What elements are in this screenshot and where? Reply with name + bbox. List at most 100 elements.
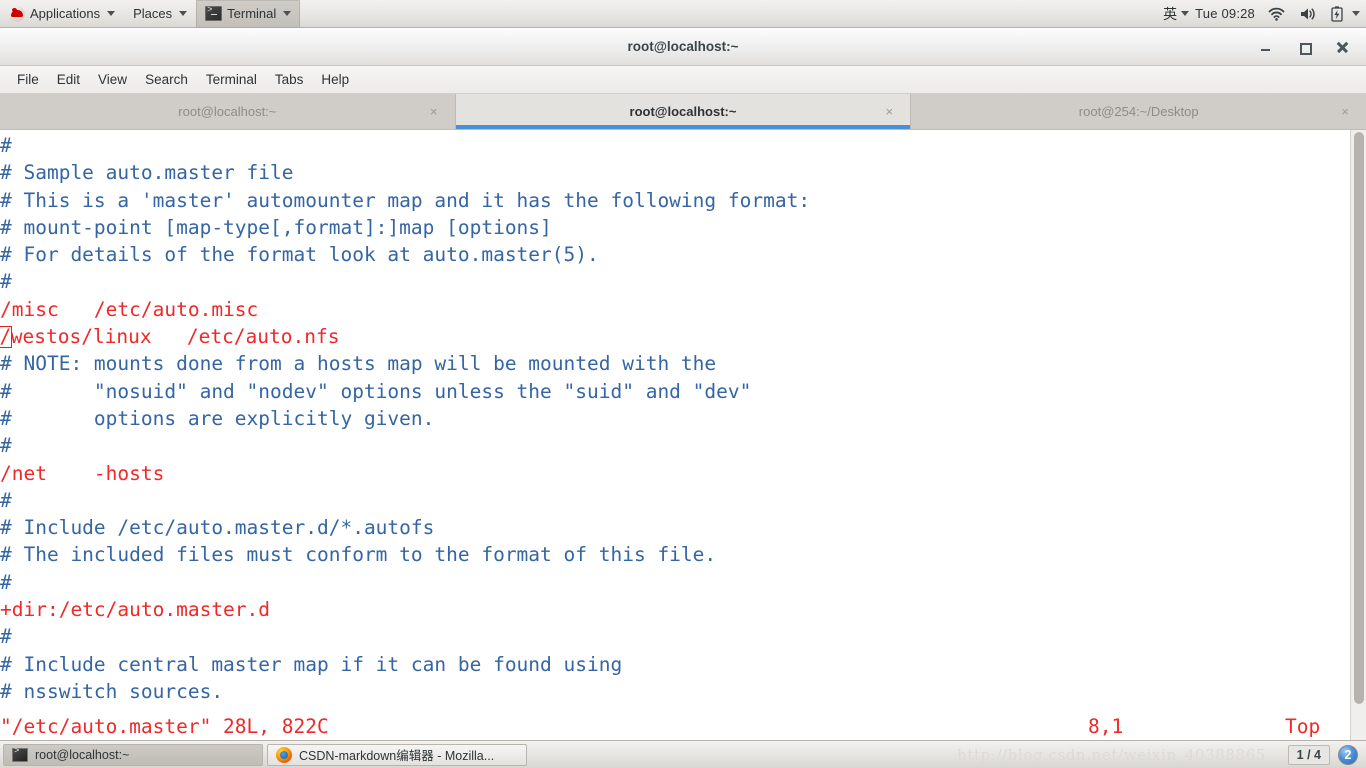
terminal-line-text: # This is a 'master' automounter map and… [0, 188, 811, 212]
terminal-line: # [0, 487, 1350, 514]
active-window-menu[interactable]: Terminal [196, 0, 301, 28]
terminal-line: # Include /etc/auto.master.d/*.autofs [0, 514, 1350, 541]
tab-2[interactable]: root@254:~/Desktop × [911, 94, 1366, 129]
terminal-line-text: +dir:/etc/auto.master.d [0, 598, 271, 622]
chevron-down-icon [283, 11, 292, 16]
watermark-text: http://blog.csdn.net/weixin_40388865 [957, 746, 1266, 764]
terminal-line-text: # [0, 625, 12, 649]
terminal-line-text: # [0, 270, 12, 294]
taskbar-window-terminal[interactable]: root@localhost:~ [3, 743, 263, 766]
terminal-line: # The included files must conform to the… [0, 541, 1350, 568]
top-panel: Applications Places Terminal 英 Tue 09:28 [0, 0, 1366, 28]
scrollbar-thumb[interactable] [1354, 132, 1364, 704]
input-method-label[interactable]: 英 [1163, 4, 1179, 24]
terminal-line-text: # Sample auto.master file [0, 161, 294, 185]
status-scroll-percent: Top [1285, 715, 1321, 738]
terminal-line: /misc /etc/auto.misc [0, 296, 1350, 323]
terminal-text-area[interactable]: # # Sample auto.master file # This is a 'm… [0, 130, 1350, 740]
chevron-down-icon [179, 11, 188, 16]
terminal-line-text: # The included files must conform to the… [0, 543, 717, 567]
maximize-button[interactable] [1296, 39, 1312, 55]
chevron-down-icon[interactable] [1181, 11, 1190, 16]
menu-edit[interactable]: Edit [48, 66, 89, 94]
workspace-pager[interactable]: 1 / 4 [1287, 744, 1330, 765]
terminal-line: # [0, 432, 1350, 459]
terminal-line: # NOTE: mounts done from a hosts map wil… [0, 350, 1350, 377]
terminal-line-text: # NOTE: mounts done from a hosts map wil… [0, 352, 717, 376]
terminal-line: # "nosuid" and "nodev" options unless th… [0, 378, 1350, 405]
status-file-info: "/etc/auto.master" 28L, 822C [0, 715, 329, 738]
tab-close-icon[interactable]: × [1338, 104, 1352, 119]
battery-icon[interactable] [1324, 5, 1350, 22]
menu-file[interactable]: File [8, 66, 48, 94]
tab-close-icon[interactable]: × [427, 104, 441, 119]
tab-label: root@localhost:~ [178, 104, 277, 119]
terminal-line-text: /westos/linux /etc/auto.nfs [0, 325, 340, 349]
chevron-down-icon[interactable] [1352, 11, 1360, 16]
tab-1[interactable]: root@localhost:~ × [455, 94, 912, 129]
tabbar: root@localhost:~ × root@localhost:~ × ro… [0, 94, 1366, 130]
system-tray: 英 Tue 09:28 [1163, 0, 1366, 28]
terminal-line: /westos/linux /etc/auto.nfs [0, 323, 1350, 350]
terminal-line-text: /net -hosts [0, 461, 165, 485]
minimize-button[interactable] [1258, 39, 1274, 55]
terminal-line: # options are explicitly given. [0, 405, 1350, 432]
terminal-line-text: # options are explicitly given. [0, 406, 435, 430]
terminal-line: # [0, 132, 1350, 159]
chevron-down-icon [107, 11, 116, 16]
taskbar-window-label: root@localhost:~ [35, 747, 130, 762]
terminal-scrollbar[interactable] [1350, 130, 1366, 740]
tab-label: root@254:~/Desktop [1078, 104, 1199, 119]
terminal-line: # [0, 569, 1350, 596]
terminal-line: # nsswitch sources. [0, 678, 1350, 705]
places-menu[interactable]: Places [124, 0, 196, 28]
notification-badge[interactable]: 2 [1338, 744, 1358, 765]
places-menu-label: Places [133, 6, 173, 21]
terminal-line: # For details of the format look at auto… [0, 241, 1350, 268]
workspace-indicator: 1 / 4 2 [1287, 744, 1363, 765]
redhat-logo-icon [9, 5, 25, 22]
terminal-line-text: # mount-point [map-type[,format]:]map [o… [0, 215, 552, 239]
terminal-line-text: # [0, 134, 12, 157]
terminal-icon [12, 746, 28, 762]
tab-0[interactable]: root@localhost:~ × [0, 94, 456, 129]
terminal-line-text: # [0, 570, 12, 594]
terminal-line: /net -hosts [0, 460, 1350, 487]
terminal-line: # mount-point [map-type[,format]:]map [o… [0, 214, 1350, 241]
terminal-icon [205, 5, 223, 21]
terminal-line-text: # [0, 434, 12, 458]
terminal-line: # Sample auto.master file [0, 159, 1350, 186]
vim-status-line: "/etc/auto.master" 28L, 822C 8,1 Top [0, 713, 1350, 740]
active-window-label: Terminal [227, 6, 277, 21]
window-titlebar: root@localhost:~ [0, 28, 1366, 66]
wifi-icon[interactable] [1261, 7, 1292, 21]
menu-terminal[interactable]: Terminal [197, 66, 266, 94]
menu-help[interactable]: Help [312, 66, 358, 94]
applications-menu-label: Applications [30, 6, 101, 21]
terminal-body[interactable]: # # Sample auto.master file # This is a 'm… [0, 130, 1366, 740]
menu-tabs[interactable]: Tabs [266, 66, 313, 94]
terminal-line: # [0, 268, 1350, 295]
window-controls [1258, 39, 1366, 55]
tab-close-icon[interactable]: × [882, 104, 896, 119]
clock-label[interactable]: Tue 09:28 [1189, 6, 1261, 21]
firefox-icon [276, 746, 292, 763]
applications-menu[interactable]: Applications [0, 0, 124, 28]
terminal-line: # Include central master map if it can b… [0, 651, 1350, 678]
menu-search[interactable]: Search [136, 66, 197, 94]
volume-icon[interactable] [1292, 7, 1324, 21]
taskbar-window-label: CSDN-markdown编辑器 - Mozilla... [299, 749, 495, 763]
menubar: File Edit View Search Terminal Tabs Help [0, 66, 1366, 94]
terminal-line: # This is a 'master' automounter map and… [0, 187, 1350, 214]
terminal-line-text: # For details of the format look at auto… [0, 243, 599, 267]
terminal-window: root@localhost:~ File Edit View Search T… [0, 28, 1366, 740]
taskbar-window-firefox[interactable]: CSDN-markdown编辑器 - Mozilla... [267, 743, 527, 766]
terminal-line-text: # nsswitch sources. [0, 679, 224, 703]
terminal-line-text: # "nosuid" and "nodev" options unless th… [0, 379, 752, 403]
terminal-line-text: # Include central master map if it can b… [0, 652, 623, 676]
text-cursor: / [0, 325, 13, 349]
close-button[interactable] [1334, 39, 1350, 55]
menu-view[interactable]: View [89, 66, 136, 94]
taskbar: root@localhost:~ CSDN-markdown编辑器 - Mozi… [0, 740, 1366, 768]
tab-label: root@localhost:~ [629, 104, 737, 119]
